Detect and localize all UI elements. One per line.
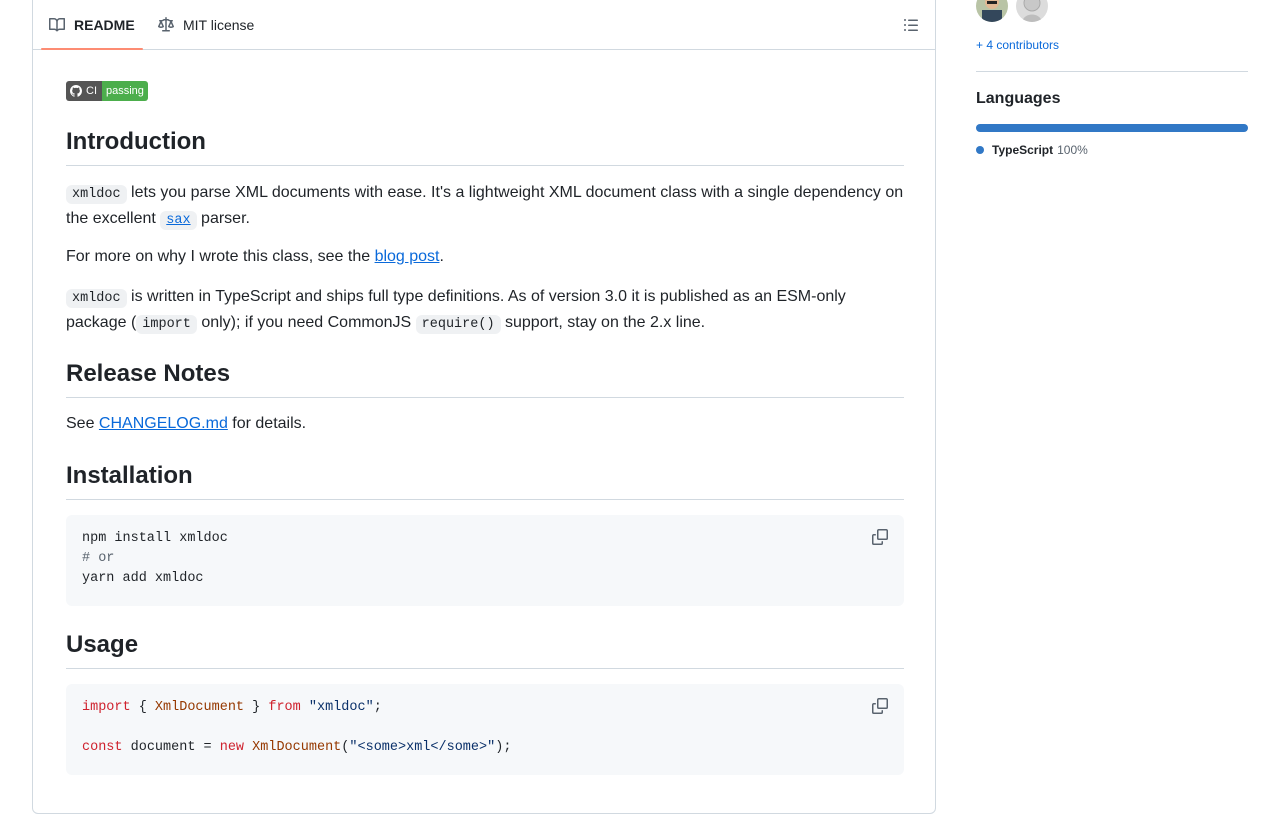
changelog-link[interactable]: CHANGELOG.md	[99, 415, 228, 432]
keyword: const	[82, 740, 123, 755]
text: for details.	[227, 415, 307, 432]
code-line: npm install xmldoc	[82, 531, 228, 546]
keyword: from	[268, 700, 301, 715]
text: See	[66, 415, 99, 432]
punct: );	[495, 740, 512, 755]
inline-code: import	[136, 315, 197, 334]
string: "<some>xml</some>"	[349, 740, 496, 755]
heading-introduction: Introduction	[66, 127, 904, 166]
tab-readme[interactable]: README	[41, 1, 143, 50]
readme-tabbar: README MIT license	[33, 0, 935, 50]
readme-panel: README MIT license CI passing Introducti…	[32, 0, 936, 814]
outline-list-icon[interactable]	[903, 17, 919, 33]
heading-installation: Installation	[66, 461, 904, 500]
copy-icon[interactable]	[872, 698, 888, 714]
text: parser.	[196, 210, 250, 227]
identifier: XmlDocument	[154, 700, 245, 715]
inline-code: sax	[160, 211, 197, 230]
inline-code: xmldoc	[66, 185, 127, 204]
keyword: import	[82, 700, 131, 715]
heading-usage: Usage	[66, 630, 904, 669]
badge-left-label: CI	[86, 85, 97, 97]
text: For more on why I wrote this class, see …	[66, 248, 375, 265]
law-icon	[158, 17, 174, 33]
github-icon	[70, 85, 82, 97]
string: "xmldoc"	[308, 700, 374, 715]
identifier: XmlDocument	[252, 740, 342, 755]
punct: {	[130, 700, 155, 715]
heading-release-notes: Release Notes	[66, 359, 904, 398]
intro-paragraph-1: xmldoc lets you parse XML documents with…	[66, 181, 904, 233]
avatar[interactable]	[1016, 0, 1048, 22]
inline-code: require()	[415, 315, 501, 334]
release-paragraph: See CHANGELOG.md for details.	[66, 412, 904, 436]
intro-paragraph-3: xmldoc is written in TypeScript and ship…	[66, 285, 904, 337]
language-percent: 100%	[1057, 143, 1088, 157]
badge-right: passing	[102, 81, 148, 101]
language-item-typescript[interactable]: TypeScript 100%	[976, 143, 1088, 157]
punct: document =	[122, 740, 220, 755]
code-line: const document = new XmlDocument("<some>…	[82, 738, 888, 758]
tab-readme-label: README	[74, 17, 135, 33]
text: support, stay on the 2.x line.	[500, 314, 706, 331]
text: .	[439, 248, 444, 265]
language-color-dot	[976, 146, 984, 154]
text: only); if you need CommonJS	[196, 314, 416, 331]
language-name: TypeScript	[992, 143, 1054, 157]
inline-code: xmldoc	[66, 289, 127, 308]
keyword: new	[219, 740, 245, 755]
intro-paragraph-2: For more on why I wrote this class, see …	[66, 245, 904, 269]
install-code-block: npm install xmldoc # or yarn add xmldoc	[66, 515, 904, 606]
blog-post-link[interactable]: blog post	[375, 248, 440, 265]
languages-heading: Languages	[976, 90, 1061, 107]
divider	[976, 71, 1248, 72]
copy-icon[interactable]	[872, 529, 888, 545]
ci-status-badge[interactable]: CI passing	[66, 81, 148, 101]
book-icon	[49, 17, 65, 33]
code-line: import { XmlDocument } from "xmldoc";	[82, 698, 888, 718]
tab-license[interactable]: MIT license	[158, 1, 254, 49]
sax-link[interactable]: sax	[160, 210, 197, 230]
usage-code-block: import { XmlDocument } from "xmldoc"; co…	[66, 684, 904, 775]
tab-license-label: MIT license	[183, 17, 255, 33]
avatar[interactable]	[976, 0, 1008, 22]
code-comment-line: # or	[82, 551, 115, 566]
punct: ;	[373, 700, 382, 715]
code-line: yarn add xmldoc	[82, 571, 204, 586]
contributors-link[interactable]: + 4 contributors	[976, 38, 1059, 52]
language-bar	[976, 124, 1248, 132]
badge-left: CI	[66, 81, 102, 101]
punct: }	[244, 700, 269, 715]
